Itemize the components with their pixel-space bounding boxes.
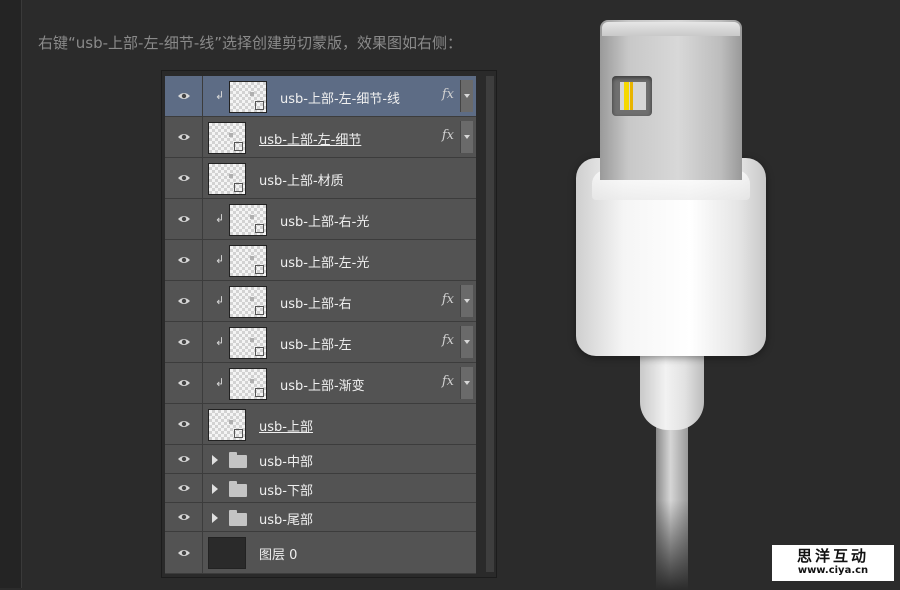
clipping-mask-icon: ↲: [215, 293, 225, 307]
panel-scrollbar[interactable]: [486, 76, 494, 572]
layer-group-row[interactable]: usb-中部: [165, 445, 476, 474]
group-name[interactable]: usb-下部: [259, 480, 313, 499]
layer-thumbnail[interactable]: [229, 244, 267, 277]
eye-icon[interactable]: [165, 474, 203, 502]
layer-thumbnail[interactable]: [208, 537, 246, 569]
eye-icon[interactable]: [165, 404, 203, 444]
layer-thumbnail[interactable]: [229, 285, 267, 318]
eye-icon[interactable]: [165, 503, 203, 531]
usb-neck: [640, 350, 704, 430]
left-edge-bar: [0, 0, 22, 588]
layer-group-row[interactable]: usb-下部: [165, 474, 476, 503]
layer-thumbnail[interactable]: [229, 80, 267, 113]
layer-name[interactable]: usb-上部-渐变: [280, 375, 365, 394]
triangle-right-icon[interactable]: [212, 512, 218, 523]
eye-icon[interactable]: [165, 158, 203, 198]
layer-group-row[interactable]: usb-尾部: [165, 503, 476, 532]
layer-name[interactable]: usb-上部-左-光: [280, 252, 369, 271]
group-name[interactable]: usb-中部: [259, 451, 313, 470]
clipping-mask-icon: ↲: [215, 252, 225, 266]
layer-name[interactable]: 图层 0: [259, 544, 297, 563]
layer-row[interactable]: ↲ usb-上部-右 fx: [165, 281, 476, 322]
triangle-right-icon[interactable]: [212, 483, 218, 494]
layer-thumbnail[interactable]: [229, 326, 267, 359]
eye-icon[interactable]: [165, 76, 203, 116]
clipping-mask-icon: ↲: [215, 88, 225, 102]
layer-row[interactable]: ↲ usb-上部-右-光: [165, 199, 476, 240]
effects-expand-icon[interactable]: [460, 367, 473, 399]
layer-name[interactable]: usb-上部: [259, 416, 313, 435]
folder-icon: [229, 451, 247, 468]
layer-name[interactable]: usb-上部-右-光: [280, 211, 369, 230]
eye-icon[interactable]: [165, 240, 203, 280]
layer-row[interactable]: ↲ usb-上部-渐变 fx: [165, 363, 476, 404]
layer-thumbnail[interactable]: [229, 367, 267, 400]
layer-row[interactable]: ↲ usb-上部-左-细节-线 fx: [165, 76, 476, 117]
usb-plug-body: [576, 158, 766, 356]
instruction-text: 右键“usb-上部-左-细节-线”选择创建剪切蒙版，效果图如右侧：: [38, 34, 463, 52]
folder-icon: [229, 509, 247, 526]
clipping-mask-icon: ↲: [215, 375, 225, 389]
folder-icon: [229, 480, 247, 497]
layer-effects-icon[interactable]: fx: [442, 292, 454, 307]
layer-thumbnail[interactable]: [208, 162, 246, 195]
eye-icon[interactable]: [165, 281, 203, 321]
layer-row[interactable]: 图层 0: [165, 532, 476, 574]
layer-row[interactable]: usb-上部-左-细节 fx: [165, 117, 476, 158]
clipping-mask-icon: ↲: [215, 211, 225, 225]
layer-row[interactable]: ↲ usb-上部-左 fx: [165, 322, 476, 363]
layer-name[interactable]: usb-上部-左-细节-线: [280, 88, 400, 107]
layer-effects-icon[interactable]: fx: [442, 128, 454, 143]
effects-expand-icon[interactable]: [460, 121, 473, 153]
eye-icon[interactable]: [165, 445, 203, 473]
effects-expand-icon[interactable]: [460, 326, 473, 358]
layer-effects-icon[interactable]: fx: [442, 374, 454, 389]
effects-expand-icon[interactable]: [460, 285, 473, 317]
layer-row[interactable]: usb-上部-材质: [165, 158, 476, 199]
layer-name[interactable]: usb-上部-左-细节: [259, 129, 361, 148]
eye-icon[interactable]: [165, 532, 203, 573]
layer-thumbnail[interactable]: [208, 408, 246, 441]
layer-name[interactable]: usb-上部-右: [280, 293, 352, 312]
layer-row[interactable]: ↲ usb-上部-左-光: [165, 240, 476, 281]
usb-connector-slot: [612, 76, 652, 116]
watermark-url: www.ciya.cn: [797, 565, 869, 576]
triangle-right-icon[interactable]: [212, 454, 218, 465]
layer-thumbnail[interactable]: [208, 121, 246, 154]
clipping-mask-icon: ↲: [215, 334, 225, 348]
layer-name[interactable]: usb-上部-左: [280, 334, 352, 353]
layer-effects-icon[interactable]: fx: [442, 87, 454, 102]
watermark-title: 思洋互动: [796, 547, 869, 565]
usb-cable: [656, 420, 688, 590]
eye-icon[interactable]: [165, 199, 203, 239]
eye-icon[interactable]: [165, 117, 203, 157]
site-watermark: 思洋互动 www.ciya.cn: [772, 545, 894, 581]
layer-effects-icon[interactable]: fx: [442, 333, 454, 348]
group-name[interactable]: usb-尾部: [259, 509, 313, 528]
layer-name[interactable]: usb-上部-材质: [259, 170, 344, 189]
layer-thumbnail[interactable]: [229, 203, 267, 236]
eye-icon[interactable]: [165, 322, 203, 362]
layers-panel: ↲ usb-上部-左-细节-线 fx usb-上部-左-细节 fx usb-上部-材质 ↲ u…: [161, 70, 497, 578]
eye-icon[interactable]: [165, 363, 203, 403]
effects-expand-icon[interactable]: [460, 80, 473, 112]
layer-row[interactable]: usb-上部: [165, 404, 476, 445]
